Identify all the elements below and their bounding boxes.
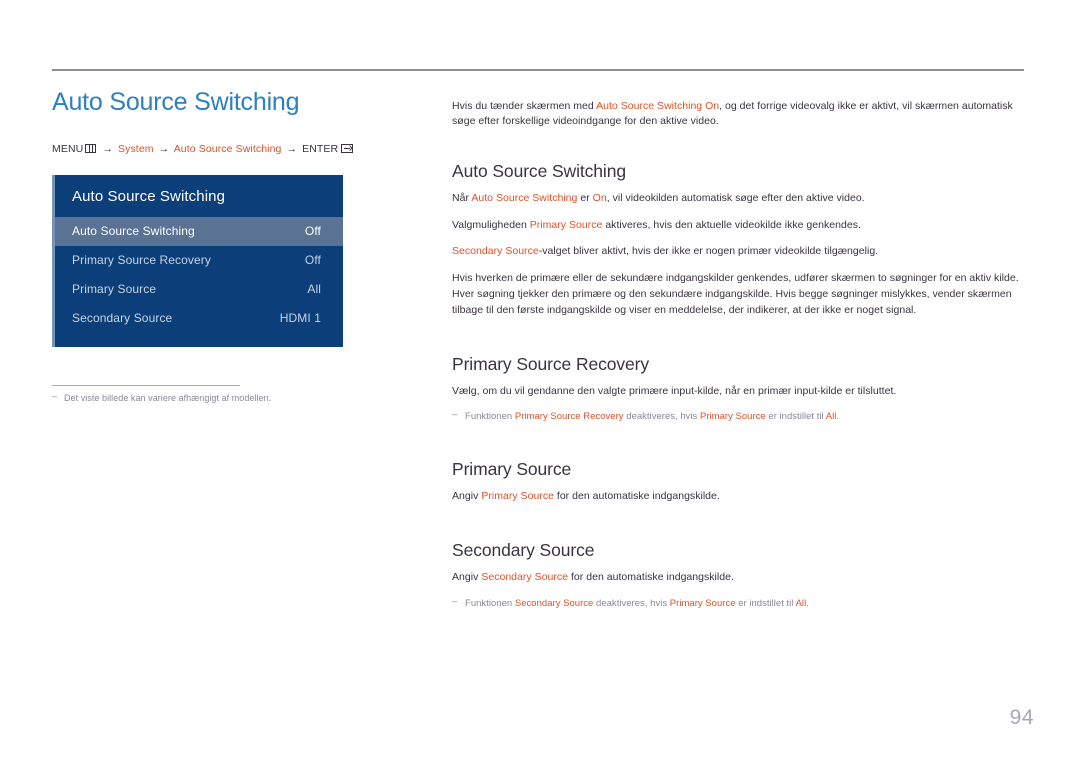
osd-row-label: Primary Source	[72, 282, 157, 297]
osd-row-secondary-source[interactable]: Secondary Source HDMI 1	[55, 304, 343, 333]
osd-row-value: All	[307, 282, 321, 297]
breadcrumb-item-system[interactable]: System	[118, 143, 154, 155]
text-fragment: Vælg, om du vil gendanne den valgte prim…	[452, 384, 897, 397]
osd-menu-screenshot: Auto Source Switching Auto Source Switch…	[52, 174, 343, 347]
section-3-note: ‒ Funktionen Secondary Source deaktiveres…	[452, 595, 1027, 611]
accent-fragment: Secondary Source	[514, 597, 594, 609]
section-heading-auto-source-switching: Auto Source Switching	[452, 161, 626, 182]
text-fragment: for den automatiske indgangskilde.	[568, 571, 734, 584]
text-fragment: aktiveres, hvis den aktuelle videokilde …	[602, 218, 861, 231]
text-fragment: .	[836, 411, 840, 423]
enter-key-icon	[341, 143, 354, 153]
breadcrumb-arrow-3: →	[286, 142, 298, 155]
accent-fragment: On	[592, 192, 607, 205]
osd-row-value: Off	[304, 253, 321, 268]
text-fragment: -valget bliver aktivt, hvis der ikke er …	[538, 245, 879, 258]
section-heading-primary-source-recovery: Primary Source Recovery	[452, 353, 650, 374]
section-0-paragraph-3: Hvis hverken de primære eller de sekundæ…	[452, 271, 1027, 319]
left-footnote: ‒ Det viste billede kan variere afhængigt…	[52, 391, 412, 404]
osd-row-value: HDMI 1	[279, 311, 321, 326]
text-fragment: Valgmuligheden	[452, 218, 530, 231]
page-title: Auto Source Switching	[52, 88, 300, 116]
text-fragment: Når	[452, 192, 472, 205]
accent-fragment: Primary Source	[699, 411, 766, 423]
accent-fragment: All	[795, 597, 807, 609]
breadcrumb-arrow-1: →	[102, 142, 113, 155]
page-number: 94	[1009, 706, 1034, 729]
section-1-note: ‒ Funktionen Primary Source Recovery deak…	[452, 409, 1027, 424]
section-2-paragraph-0: Angiv Primary Source for den automatiske…	[452, 489, 1027, 505]
intro-accent: Auto Source Switching On	[596, 99, 720, 112]
footnote-divider	[52, 384, 240, 387]
text-fragment: Angiv	[452, 571, 482, 584]
breadcrumb-item-auto-source-switching[interactable]: Auto Source Switching	[174, 143, 282, 155]
text-fragment: Funktionen	[465, 597, 515, 609]
menu-grid-icon	[85, 143, 97, 153]
note-dash-icon: ‒	[52, 391, 58, 402]
section-1-paragraph-0: Vælg, om du vil gendanne den valgte prim…	[452, 384, 1027, 400]
note-dash-icon: ‒	[452, 595, 458, 607]
accent-fragment: Primary Source Recovery	[514, 411, 624, 423]
accent-fragment: Auto Source Switching	[471, 192, 578, 205]
manual-page: Auto Source Switching MENU → System → Au…	[0, 0, 1080, 763]
breadcrumb-arrow-2: →	[158, 142, 170, 155]
accent-fragment: Secondary Source	[481, 571, 569, 584]
osd-row-auto-source-switching[interactable]: Auto Source Switching Off	[55, 216, 343, 246]
left-footnote-text: Det viste billede kan variere afhængigt …	[64, 393, 272, 404]
section-heading-primary-source: Primary Source	[452, 459, 572, 480]
text-fragment: Angiv	[452, 490, 482, 503]
menu-path-breadcrumb: MENU → System → Auto Source Switching → …	[52, 143, 412, 155]
accent-fragment: Primary Source	[481, 490, 554, 503]
osd-row-label: Primary Source Recovery	[72, 253, 212, 268]
text-fragment: er	[577, 192, 593, 205]
header-divider	[52, 69, 1024, 71]
osd-menu-title: Auto Source Switching	[72, 187, 226, 205]
accent-fragment: Secondary Source	[452, 245, 539, 258]
breadcrumb-menu-label: MENU	[52, 142, 84, 155]
intro-text-a: Hvis du tænder skærmen med	[452, 99, 597, 112]
osd-row-label: Secondary Source	[72, 311, 173, 326]
intro-paragraph: Hvis du tænder skærmen med Auto Source S…	[452, 99, 1027, 131]
accent-fragment: Primary Source	[529, 218, 603, 231]
text-fragment: er indstillet til	[765, 411, 826, 423]
section-0-paragraph-1: Valgmuligheden Primary Source aktiveres,…	[452, 218, 1027, 234]
right-column: Hvis du tænder skærmen med Auto Source S…	[452, 88, 1027, 620]
text-fragment: er indstillet til	[735, 597, 796, 609]
text-fragment: Hvis hverken de primære eller de sekundæ…	[452, 271, 1019, 316]
section-heading-secondary-source: Secondary Source	[452, 540, 595, 561]
text-fragment: deaktiveres, hvis	[593, 597, 670, 609]
breadcrumb-enter-label: ENTER	[302, 142, 339, 155]
section-0-paragraph-0: Når Auto Source Switching er On, vil vid…	[452, 191, 1027, 207]
osd-row-primary-source[interactable]: Primary Source All	[55, 275, 343, 304]
left-column: Auto Source Switching MENU → System → Au…	[52, 88, 412, 403]
osd-row-primary-source-recovery[interactable]: Primary Source Recovery Off	[55, 246, 343, 275]
section-0-paragraph-2: Secondary Source-valget bliver aktivt, h…	[452, 244, 1027, 260]
note-dash-icon: ‒	[452, 409, 458, 421]
text-fragment: , vil videokilden automatisk søge efter …	[606, 192, 865, 205]
accent-fragment: Primary Source	[669, 597, 736, 609]
osd-row-value: Off	[304, 224, 321, 239]
text-fragment: for den automatiske indgangskilde.	[553, 490, 720, 503]
accent-fragment: All	[825, 411, 837, 423]
osd-row-label: Auto Source Switching	[72, 224, 195, 239]
text-fragment: Funktionen	[465, 411, 515, 423]
section-3-paragraph-0: Angiv Secondary Source for den automatis…	[452, 570, 1027, 586]
text-fragment: deaktiveres, hvis	[623, 411, 700, 423]
text-fragment: .	[806, 597, 809, 609]
